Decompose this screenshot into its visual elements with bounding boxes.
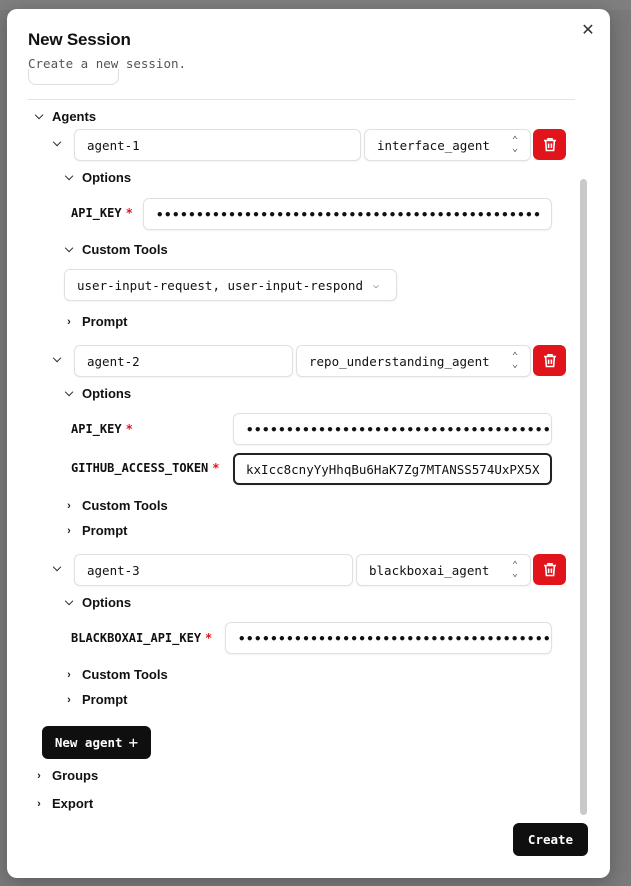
api-key-field[interactable]: ••••••••••••••••••••••••••••••••••••••••… bbox=[143, 198, 552, 230]
agent-1-custom-tools-toggle[interactable]: ⌵ Custom Tools bbox=[62, 242, 168, 257]
scrolled-field-partial bbox=[28, 69, 119, 85]
chevron-down-icon: ⌵ bbox=[34, 110, 44, 122]
custom-tools-label: Custom Tools bbox=[82, 498, 168, 513]
chevron-down-icon: ⌵ bbox=[64, 171, 74, 183]
create-button[interactable]: Create bbox=[513, 823, 588, 856]
agents-section-label: Agents bbox=[52, 109, 97, 124]
field-label-text: BLACKBOXAI_API_KEY bbox=[71, 631, 202, 645]
new-agent-label: New agent bbox=[54, 735, 123, 750]
dialog-title: New Session bbox=[28, 30, 131, 49]
custom-tools-value: user-input-request, user-input-respond bbox=[77, 277, 363, 293]
chevron-down-icon: ⌵ bbox=[64, 387, 74, 399]
chevron-down-icon: ⌵ bbox=[64, 243, 74, 255]
chevron-up-down-icon: ⌃ ⌄ bbox=[511, 351, 518, 370]
prompt-label: Prompt bbox=[82, 692, 128, 707]
field-label-text: GITHUB_ACCESS_TOKEN bbox=[71, 461, 209, 475]
agent-type-value: blackboxai_agent bbox=[369, 562, 490, 578]
field-label-text: API_KEY bbox=[71, 206, 122, 220]
groups-section-label: Groups bbox=[52, 768, 99, 783]
chevron-up-down-icon: ⌃ ⌄ bbox=[511, 135, 518, 154]
custom-tools-label: Custom Tools bbox=[82, 667, 168, 682]
required-marker: * bbox=[212, 461, 220, 475]
export-section-toggle[interactable]: › Export bbox=[32, 796, 93, 811]
options-label: Options bbox=[82, 595, 132, 610]
agent-1-prompt-toggle[interactable]: › Prompt bbox=[62, 314, 128, 329]
divider bbox=[28, 99, 575, 100]
agent-1-toggle[interactable]: ⌵ bbox=[50, 137, 70, 150]
chevron-down-icon: ⌵ bbox=[372, 279, 380, 291]
plus-icon: + bbox=[128, 733, 139, 752]
chevron-right-icon: › bbox=[67, 524, 71, 537]
chevron-up-down-icon: ⌃ ⌄ bbox=[511, 560, 518, 579]
agent-name-input[interactable]: agent-2 bbox=[74, 345, 293, 377]
agent-type-value: interface_agent bbox=[377, 137, 490, 153]
chevron-right-icon: › bbox=[37, 769, 41, 782]
required-marker: * bbox=[125, 422, 133, 436]
prompt-label: Prompt bbox=[82, 523, 128, 538]
chevron-right-icon: › bbox=[67, 693, 71, 706]
agent-name-input[interactable]: agent-3 bbox=[74, 554, 353, 586]
chevron-right-icon: › bbox=[67, 315, 71, 328]
options-label: Options bbox=[82, 170, 132, 185]
agent-type-select[interactable]: repo_understanding_agent ⌃ ⌄ bbox=[296, 345, 531, 377]
agent-3-prompt-toggle[interactable]: › Prompt bbox=[62, 692, 128, 707]
chevron-down-icon: ⌵ bbox=[52, 353, 62, 365]
agent-2-custom-tools-toggle[interactable]: › Custom Tools bbox=[62, 498, 168, 513]
new-agent-button[interactable]: New agent + bbox=[42, 726, 151, 759]
required-marker: * bbox=[125, 206, 133, 220]
groups-section-toggle[interactable]: › Groups bbox=[32, 768, 98, 783]
custom-tools-select[interactable]: user-input-request, user-input-respond ⌵ bbox=[64, 269, 397, 301]
agent-3-options-toggle[interactable]: ⌵ Options bbox=[62, 595, 131, 610]
agent-1-options-toggle[interactable]: ⌵ Options bbox=[62, 170, 131, 185]
options-label: Options bbox=[82, 386, 132, 401]
export-section-label: Export bbox=[52, 796, 94, 811]
chevron-down-icon: ⌵ bbox=[52, 562, 62, 574]
chevron-right-icon: › bbox=[67, 499, 71, 512]
trash-icon bbox=[543, 563, 556, 577]
agent-type-select[interactable]: interface_agent ⌃ ⌄ bbox=[364, 129, 531, 161]
api-key-label: API_KEY * bbox=[71, 206, 133, 220]
delete-agent-button[interactable] bbox=[533, 345, 566, 376]
github-token-value: kxIcc8cnyYyHhqBu6HaK7Zg7MTANSS574UxPX5X bbox=[246, 461, 540, 477]
chevron-down-icon: ⌵ bbox=[64, 596, 74, 608]
chevron-right-icon: › bbox=[67, 668, 71, 681]
delete-agent-button[interactable] bbox=[533, 554, 566, 585]
delete-agent-button[interactable] bbox=[533, 129, 566, 160]
agent-2-prompt-toggle[interactable]: › Prompt bbox=[62, 523, 128, 538]
agent-3-toggle[interactable]: ⌵ bbox=[50, 562, 70, 575]
chevron-right-icon: › bbox=[37, 797, 41, 810]
github-token-label: GITHUB_ACCESS_TOKEN * bbox=[71, 461, 220, 475]
trash-icon bbox=[543, 138, 556, 152]
scrollbar[interactable] bbox=[580, 179, 587, 815]
agent-type-value: repo_understanding_agent bbox=[309, 353, 490, 369]
trash-icon bbox=[543, 354, 556, 368]
prompt-label: Prompt bbox=[82, 314, 128, 329]
agent-type-select[interactable]: blackboxai_agent ⌃ ⌄ bbox=[356, 554, 531, 586]
github-token-field[interactable]: kxIcc8cnyYyHhqBu6HaK7Zg7MTANSS574UxPX5X bbox=[233, 453, 552, 485]
agents-section-toggle[interactable]: ⌵ Agents bbox=[32, 109, 96, 124]
blackboxai-api-key-label: BLACKBOXAI_API_KEY * bbox=[71, 631, 212, 645]
agent-2-toggle[interactable]: ⌵ bbox=[50, 353, 70, 366]
required-marker: * bbox=[205, 631, 213, 645]
close-icon[interactable]: ✕ bbox=[578, 21, 598, 41]
blackboxai-api-key-field[interactable]: •••••••••••••••••••••••••••••••••••••••• bbox=[225, 622, 552, 654]
chevron-down-icon: ⌵ bbox=[52, 137, 62, 149]
agent-name-input[interactable]: agent-1 bbox=[74, 129, 361, 161]
agent-3-custom-tools-toggle[interactable]: › Custom Tools bbox=[62, 667, 168, 682]
field-label-text: API_KEY bbox=[71, 422, 122, 436]
custom-tools-label: Custom Tools bbox=[82, 242, 168, 257]
api-key-label: API_KEY * bbox=[71, 422, 133, 436]
new-session-dialog: New Session Create a new session. ✕ ⌵ Ag… bbox=[7, 9, 610, 878]
api-key-field[interactable]: •••••••••••••••••••••••••••••••••••••••• bbox=[233, 413, 552, 445]
agent-2-options-toggle[interactable]: ⌵ Options bbox=[62, 386, 131, 401]
